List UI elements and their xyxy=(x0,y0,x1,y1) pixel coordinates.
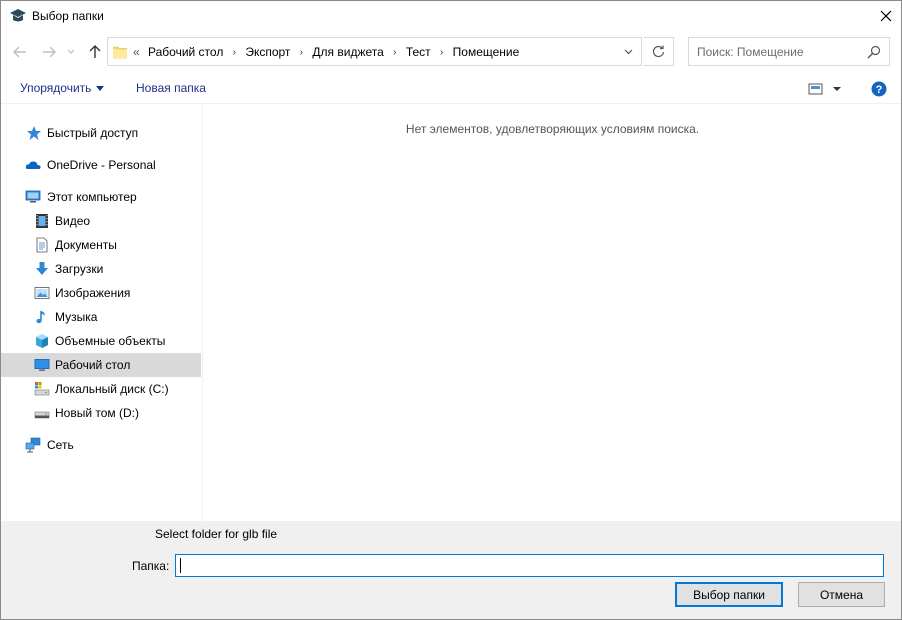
sidebar-item-pictures[interactable]: Изображения xyxy=(1,281,201,305)
chevron-down-icon xyxy=(67,49,75,54)
arrow-left-icon xyxy=(13,46,26,58)
breadcrumb-item-export[interactable]: Экспорт xyxy=(245,45,290,59)
search-icon xyxy=(867,45,881,59)
breadcrumb: Рабочий стол › Экспорт › Для виджета › Т… xyxy=(148,45,519,59)
breadcrumb-item-test[interactable]: Тест xyxy=(406,45,431,59)
sidebar-item-label: Видео xyxy=(55,214,91,228)
view-icon xyxy=(808,83,841,95)
navigation-pane: Быстрый доступ OneDrive - Personal Этот … xyxy=(1,104,203,521)
close-icon xyxy=(880,10,892,22)
help-button[interactable]: ? xyxy=(871,81,887,97)
window-title: Выбор папки xyxy=(32,9,104,23)
sidebar-item-label: Объемные объекты xyxy=(55,334,166,348)
select-folder-button[interactable]: Выбор папки xyxy=(675,582,783,607)
sidebar-item-drive-c[interactable]: Локальный диск (C:) xyxy=(1,377,201,401)
sidebar-item-label: Изображения xyxy=(55,286,131,300)
breadcrumb-item-widget[interactable]: Для виджета xyxy=(312,45,383,59)
sidebar-item-quick-access[interactable]: Быстрый доступ xyxy=(1,121,201,145)
organize-label: Упорядочить xyxy=(20,81,92,95)
desktop-icon xyxy=(34,359,50,371)
chevron-down-icon xyxy=(624,49,632,54)
sidebar-item-label: Загрузки xyxy=(55,262,104,276)
drive-icon xyxy=(34,382,50,396)
sidebar-item-drive-d[interactable]: Новый том (D:) xyxy=(1,401,201,425)
svg-text:?: ? xyxy=(876,84,883,96)
sidebar-item-label: OneDrive - Personal xyxy=(47,158,156,172)
search-placeholder: Поиск: Помещение xyxy=(697,45,804,59)
sidebar-item-label: Локальный диск (C:) xyxy=(55,382,169,396)
title-bar: Выбор папки xyxy=(1,1,901,31)
drive-icon xyxy=(34,411,50,419)
chevron-right-icon[interactable]: › xyxy=(294,47,308,58)
sidebar-item-label: Новый том (D:) xyxy=(55,406,139,420)
arrow-up-icon xyxy=(89,45,101,58)
folder-picker-dialog: Выбор папки « Рабочий стол › Экспорт › Д… xyxy=(0,0,902,620)
text-caret xyxy=(180,558,181,573)
sidebar-item-onedrive[interactable]: OneDrive - Personal xyxy=(1,153,201,177)
change-view-button[interactable] xyxy=(807,81,843,97)
arrow-right-icon xyxy=(43,46,56,58)
sidebar-item-music[interactable]: Музыка xyxy=(1,305,201,329)
file-list-pane[interactable]: Нет элементов, удовлетворяющих условиям … xyxy=(204,104,901,521)
breadcrumb-item-desktop[interactable]: Рабочий стол xyxy=(148,45,223,59)
breadcrumb-item-room[interactable]: Помещение xyxy=(453,45,520,59)
cloud-icon xyxy=(25,161,41,169)
bottom-panel: Select folder for glb file Папка: Выбор … xyxy=(1,521,901,619)
chevron-right-icon[interactable]: › xyxy=(227,47,241,58)
sidebar-item-label: Быстрый доступ xyxy=(47,126,139,140)
up-button[interactable] xyxy=(85,42,105,62)
app-icon xyxy=(10,9,26,22)
3d-objects-icon xyxy=(36,334,48,348)
folder-name-field[interactable] xyxy=(175,554,884,577)
address-bar[interactable]: « Рабочий стол › Экспорт › Для виджета ›… xyxy=(107,37,642,66)
new-folder-button[interactable]: Новая папка xyxy=(136,81,206,95)
music-icon xyxy=(36,311,45,324)
refresh-icon xyxy=(652,45,665,58)
chevron-right-icon[interactable]: › xyxy=(388,47,402,58)
sidebar-item-desktop[interactable]: Рабочий стол xyxy=(1,353,201,377)
downloads-icon xyxy=(36,262,48,275)
dialog-hint: Select folder for glb file xyxy=(155,527,278,541)
address-history-button[interactable] xyxy=(615,38,641,65)
video-icon xyxy=(36,214,48,228)
star-icon xyxy=(27,126,41,140)
folder-icon xyxy=(113,46,127,59)
chevron-right-icon[interactable]: › xyxy=(435,47,449,58)
organize-button[interactable]: Упорядочить xyxy=(20,81,105,95)
sidebar-item-this-pc[interactable]: Этот компьютер xyxy=(1,185,201,209)
sidebar-item-3d-objects[interactable]: Объемные объекты xyxy=(1,329,201,353)
sidebar-item-documents[interactable]: Документы xyxy=(1,233,201,257)
cancel-button[interactable]: Отмена xyxy=(798,582,885,607)
navigation-row: « Рабочий стол › Экспорт › Для виджета ›… xyxy=(1,36,901,68)
command-bar: Упорядочить Новая папка ? xyxy=(1,73,901,104)
forward-button[interactable] xyxy=(39,42,59,62)
sidebar-item-label: Рабочий стол xyxy=(55,358,131,372)
sidebar-item-label: Сеть xyxy=(47,438,74,452)
sidebar-item-network[interactable]: Сеть xyxy=(1,433,201,457)
back-button[interactable] xyxy=(10,42,30,62)
search-input[interactable]: Поиск: Помещение xyxy=(688,37,890,66)
documents-icon xyxy=(36,237,48,253)
computer-icon xyxy=(25,190,41,203)
sidebar-item-label: Музыка xyxy=(55,310,98,324)
caret-down-icon xyxy=(96,85,105,91)
refresh-button[interactable] xyxy=(644,37,674,66)
folder-field-label: Папка: xyxy=(132,559,170,573)
close-button[interactable] xyxy=(871,1,901,31)
recent-locations-button[interactable] xyxy=(64,42,78,62)
help-icon: ? xyxy=(871,81,887,97)
sidebar-item-downloads[interactable]: Загрузки xyxy=(1,257,201,281)
breadcrumb-overflow[interactable]: « xyxy=(133,45,140,59)
sidebar-item-label: Документы xyxy=(55,238,117,252)
empty-message: Нет элементов, удовлетворяющих условиям … xyxy=(405,122,700,136)
sidebar-item-label: Этот компьютер xyxy=(47,190,137,204)
sidebar-item-video[interactable]: Видео xyxy=(1,209,201,233)
network-icon xyxy=(25,437,41,453)
pictures-icon xyxy=(34,287,50,299)
